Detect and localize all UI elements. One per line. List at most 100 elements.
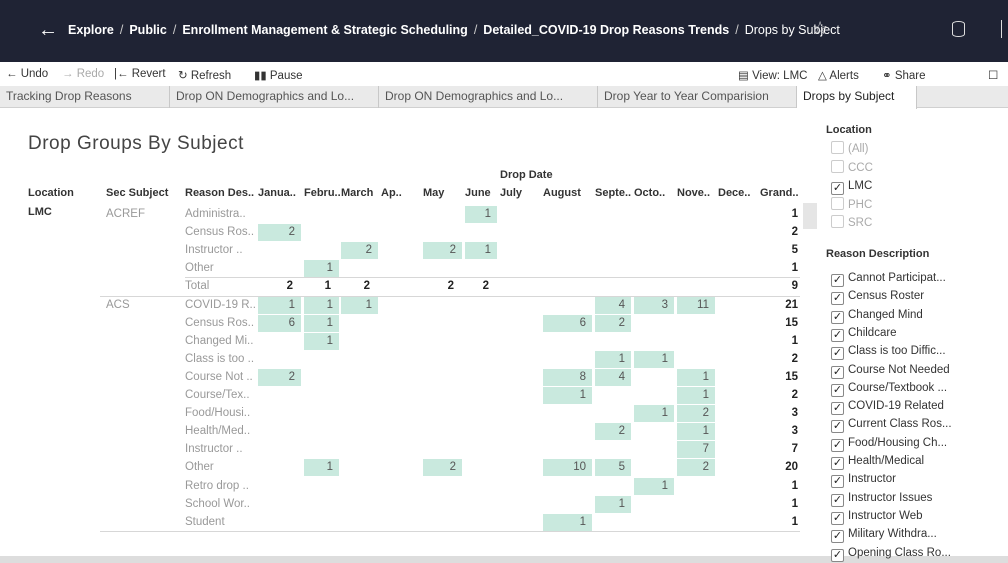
- database-icon[interactable]: [952, 21, 965, 37]
- checkbox[interactable]: ✓: [831, 347, 844, 361]
- checkbox[interactable]: ✓: [831, 402, 844, 416]
- reason-option[interactable]: ✓ Census Roster: [831, 288, 924, 306]
- breadcrumb-workbook[interactable]: Detailed_COVID-19 Drop Reasons Trends: [483, 23, 729, 37]
- data-cell[interactable]: 10: [543, 459, 592, 477]
- data-cell[interactable]: 2: [341, 242, 378, 260]
- data-cell[interactable]: 1: [465, 242, 497, 260]
- data-cell[interactable]: 1: [634, 350, 674, 368]
- reason-option[interactable]: ✓ Course Not Needed: [831, 362, 950, 379]
- tab-tracking-drop-reasons[interactable]: Tracking Drop Reasons: [0, 86, 170, 108]
- total-cell[interactable]: 2: [423, 278, 462, 295]
- checkbox[interactable]: ✓: [831, 292, 844, 306]
- checkbox[interactable]: [831, 196, 844, 210]
- vertical-scrollbar[interactable]: [803, 203, 817, 229]
- reason-option[interactable]: ✓ Course/Textbook ...: [831, 380, 947, 397]
- data-cell[interactable]: 1: [304, 314, 339, 332]
- total-cell[interactable]: 2: [341, 278, 378, 295]
- total-cell[interactable]: 2: [258, 278, 301, 295]
- data-cell[interactable]: 6: [258, 314, 301, 332]
- data-cell[interactable]: 2: [677, 459, 715, 477]
- reason-option[interactable]: ✓ Health/Medical: [831, 453, 924, 470]
- data-cell[interactable]: 4: [595, 296, 631, 314]
- data-cell[interactable]: 2: [423, 242, 462, 260]
- total-cell[interactable]: 2: [465, 278, 497, 295]
- checkbox[interactable]: ✓: [831, 310, 844, 324]
- tab-drop-on-demographics-1[interactable]: Drop ON Demographics and Lo...: [170, 86, 379, 108]
- checkbox[interactable]: [831, 215, 844, 228]
- data-cell[interactable]: 8: [543, 368, 592, 386]
- reason-option[interactable]: ✓ Instructor Issues: [831, 490, 932, 507]
- undo-button[interactable]: ← Undo: [6, 68, 48, 80]
- reason-option[interactable]: ✓ Cannot Participat...: [831, 270, 946, 287]
- reason-option[interactable]: ✓ Childcare: [831, 325, 897, 342]
- data-cell[interactable]: 1: [677, 423, 715, 441]
- data-cell[interactable]: 2: [595, 423, 631, 441]
- data-cell[interactable]: 2: [595, 314, 631, 332]
- checkbox[interactable]: ✓: [831, 365, 844, 379]
- checkbox[interactable]: ✓: [831, 182, 844, 195]
- alerts-button[interactable]: △ Alerts: [818, 68, 859, 82]
- tab-drops-by-subject[interactable]: Drops by Subject: [797, 86, 917, 109]
- data-cell[interactable]: 1: [304, 296, 339, 314]
- checkbox[interactable]: ✓: [831, 548, 844, 562]
- data-cell[interactable]: 1: [304, 459, 339, 477]
- reason-option[interactable]: ✓ COVID-19 Related: [831, 398, 944, 416]
- tab-drop-year-to-year[interactable]: Drop Year to Year Comparision: [598, 86, 797, 108]
- checkbox[interactable]: ✓: [831, 328, 844, 342]
- data-cell[interactable]: 1: [465, 206, 497, 223]
- revert-button[interactable]: |← Revert: [114, 68, 166, 80]
- location-option[interactable]: PHC: [831, 196, 872, 213]
- redo-button[interactable]: → Redo: [62, 68, 104, 80]
- tab-drop-on-demographics-2[interactable]: Drop ON Demographics and Lo...: [379, 86, 598, 108]
- data-cell[interactable]: 2: [423, 459, 462, 477]
- location-option[interactable]: CCC: [831, 159, 873, 176]
- checkbox[interactable]: ✓: [831, 475, 844, 489]
- breadcrumb-public[interactable]: Public: [129, 23, 167, 37]
- data-cell[interactable]: 1: [543, 513, 592, 531]
- checkbox[interactable]: [831, 141, 844, 154]
- reason-option[interactable]: ✓ Changed Mind: [831, 307, 923, 324]
- data-cell[interactable]: 1: [634, 477, 674, 495]
- checkbox[interactable]: ✓: [831, 383, 844, 397]
- data-cell[interactable]: 2: [258, 224, 301, 242]
- checkbox[interactable]: ✓: [831, 457, 844, 470]
- view-button[interactable]: ▤ View: LMC: [738, 68, 807, 82]
- data-cell[interactable]: 1: [258, 296, 301, 314]
- data-cell[interactable]: 1: [304, 332, 339, 350]
- reason-option[interactable]: ✓ Opening Class Ro...: [831, 545, 951, 562]
- share-button[interactable]: ⚭ Share: [882, 68, 926, 82]
- checkbox[interactable]: ✓: [831, 530, 844, 544]
- pause-button[interactable]: ▮▮ Pause: [254, 68, 302, 82]
- data-cell[interactable]: 1: [595, 495, 631, 513]
- data-cell[interactable]: 5: [595, 459, 631, 477]
- checkbox[interactable]: ✓: [831, 511, 844, 525]
- data-cell[interactable]: 1: [341, 296, 378, 314]
- data-cell[interactable]: 1: [595, 350, 631, 368]
- data-cell[interactable]: 2: [677, 405, 715, 423]
- location-option[interactable]: (All): [831, 141, 868, 157]
- data-cell[interactable]: 7: [677, 441, 715, 459]
- data-cell[interactable]: 1: [677, 387, 715, 404]
- reason-option[interactable]: ✓ Current Class Ros...: [831, 416, 952, 434]
- location-option[interactable]: ✓ LMC: [831, 178, 872, 195]
- data-cell[interactable]: 1: [304, 260, 339, 278]
- checkbox[interactable]: ✓: [831, 438, 844, 452]
- star-icon[interactable]: ☆: [812, 18, 828, 39]
- data-cell[interactable]: 2: [258, 368, 301, 386]
- data-cell[interactable]: 3: [634, 296, 674, 314]
- comment-icon[interactable]: ☐: [988, 68, 998, 82]
- reason-option[interactable]: ✓ Instructor: [831, 471, 896, 489]
- refresh-button[interactable]: ↻ Refresh: [178, 68, 231, 82]
- checkbox[interactable]: [831, 159, 844, 173]
- breadcrumb-project[interactable]: Enrollment Management & Strategic Schedu…: [182, 23, 467, 37]
- total-cell[interactable]: 1: [304, 278, 339, 295]
- back-arrow-icon[interactable]: ←: [38, 20, 58, 40]
- reason-option[interactable]: ✓ Instructor Web: [831, 508, 923, 525]
- data-cell[interactable]: 1: [543, 387, 592, 404]
- data-cell[interactable]: 1: [634, 405, 674, 423]
- location-option[interactable]: SRC: [831, 215, 872, 231]
- checkbox[interactable]: ✓: [831, 493, 844, 507]
- reason-option[interactable]: ✓ Military Withdra...: [831, 526, 937, 544]
- data-cell[interactable]: 4: [595, 368, 631, 386]
- data-cell[interactable]: 1: [677, 368, 715, 386]
